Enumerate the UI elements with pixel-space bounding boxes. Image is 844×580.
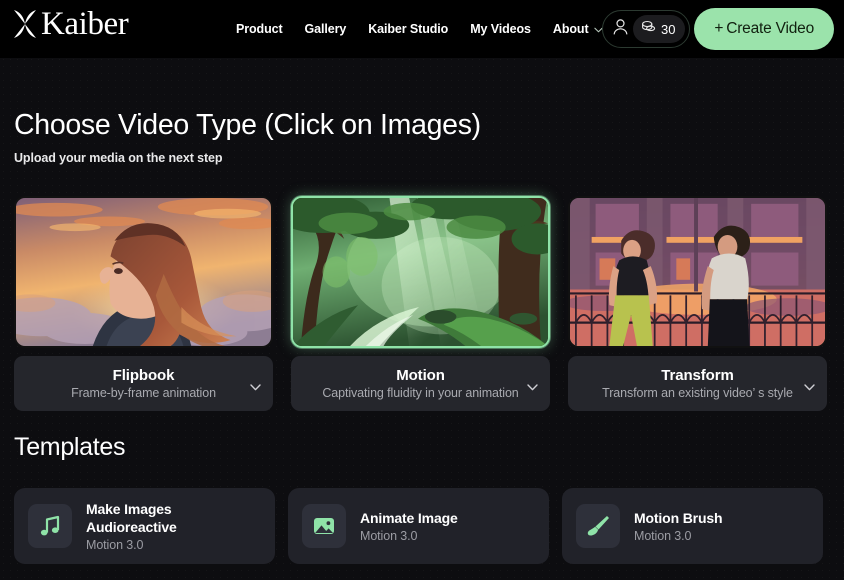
page-title: Choose Video Type (Click on Images) — [14, 109, 481, 142]
account-credits-pill[interactable]: 30 — [602, 10, 690, 48]
top-navigation-bar: Kaiber Product Gallery Kaiber Studio My … — [0, 0, 844, 58]
kaiber-butterfly-mark-icon — [12, 9, 38, 39]
motion-description: Captivating fluidity in your animation — [322, 386, 518, 400]
flipbook-title: Flipbook — [113, 367, 175, 384]
video-type-card-transform[interactable]: Transform Transform an existing video’ s… — [568, 196, 827, 411]
transform-description: Transform an existing video’ s style — [602, 386, 793, 400]
template-card-make-images-audioreactive[interactable]: Make Images Audioreactive Motion 3.0 — [14, 488, 275, 564]
templates-list: Make Images Audioreactive Motion 3.0 Ani… — [14, 488, 823, 564]
motion-label-panel[interactable]: Motion Captivating fluidity in your anim… — [291, 356, 550, 411]
nav-item-kaiber-studio[interactable]: Kaiber Studio — [368, 22, 448, 36]
credits-chip[interactable]: 30 — [633, 15, 685, 43]
flipbook-description: Frame-by-frame animation — [71, 386, 216, 400]
motion-thumbnail[interactable] — [291, 196, 550, 348]
flipbook-thumbnail[interactable] — [14, 196, 273, 348]
template-name: Make Images Audioreactive — [86, 500, 261, 536]
plus-icon: + — [714, 20, 723, 38]
paint-brush-icon — [576, 504, 620, 548]
nav-item-gallery[interactable]: Gallery — [305, 22, 347, 36]
template-text-group: Make Images Audioreactive Motion 3.0 — [86, 500, 261, 552]
main-nav: Product Gallery Kaiber Studio My Videos … — [236, 0, 603, 58]
nav-item-about[interactable]: About — [553, 22, 603, 36]
video-type-card-list: Flipbook Frame-by-frame animation — [14, 196, 827, 411]
templates-heading: Templates — [14, 433, 125, 462]
nav-item-about-label: About — [553, 22, 589, 36]
credits-count: 30 — [661, 22, 675, 37]
create-video-button[interactable]: + Create Video — [694, 8, 834, 50]
brand-name: Kaiber — [41, 9, 128, 39]
video-type-card-motion[interactable]: Motion Captivating fluidity in your anim… — [291, 196, 550, 411]
motion-title: Motion — [396, 367, 445, 384]
coins-icon — [641, 19, 656, 39]
transform-label-panel[interactable]: Transform Transform an existing video’ s… — [568, 356, 827, 411]
transform-thumbnail[interactable] — [568, 196, 827, 348]
chevron-down-icon[interactable] — [527, 378, 538, 385]
chevron-down-icon[interactable] — [804, 378, 815, 385]
template-card-motion-brush[interactable]: Motion Brush Motion 3.0 — [562, 488, 823, 564]
music-note-icon — [28, 504, 72, 548]
chevron-down-icon[interactable] — [250, 378, 261, 385]
flipbook-label-panel[interactable]: Flipbook Frame-by-frame animation — [14, 356, 273, 411]
template-subtitle: Motion 3.0 — [86, 538, 261, 552]
template-name: Motion Brush — [634, 509, 722, 527]
nav-item-my-videos[interactable]: My Videos — [470, 22, 531, 36]
person-icon — [612, 18, 629, 41]
create-video-label: Create Video — [726, 20, 814, 38]
video-type-card-flipbook[interactable]: Flipbook Frame-by-frame animation — [14, 196, 273, 411]
template-subtitle: Motion 3.0 — [634, 529, 722, 543]
page-subtitle: Upload your media on the next step — [14, 151, 222, 165]
template-text-group: Animate Image Motion 3.0 — [360, 509, 458, 543]
image-icon — [302, 504, 346, 548]
template-text-group: Motion Brush Motion 3.0 — [634, 509, 722, 543]
template-subtitle: Motion 3.0 — [360, 529, 458, 543]
brand-logo[interactable]: Kaiber — [12, 9, 128, 39]
template-name: Animate Image — [360, 509, 458, 527]
nav-item-product[interactable]: Product — [236, 22, 283, 36]
transform-title: Transform — [661, 367, 733, 384]
template-card-animate-image[interactable]: Animate Image Motion 3.0 — [288, 488, 549, 564]
